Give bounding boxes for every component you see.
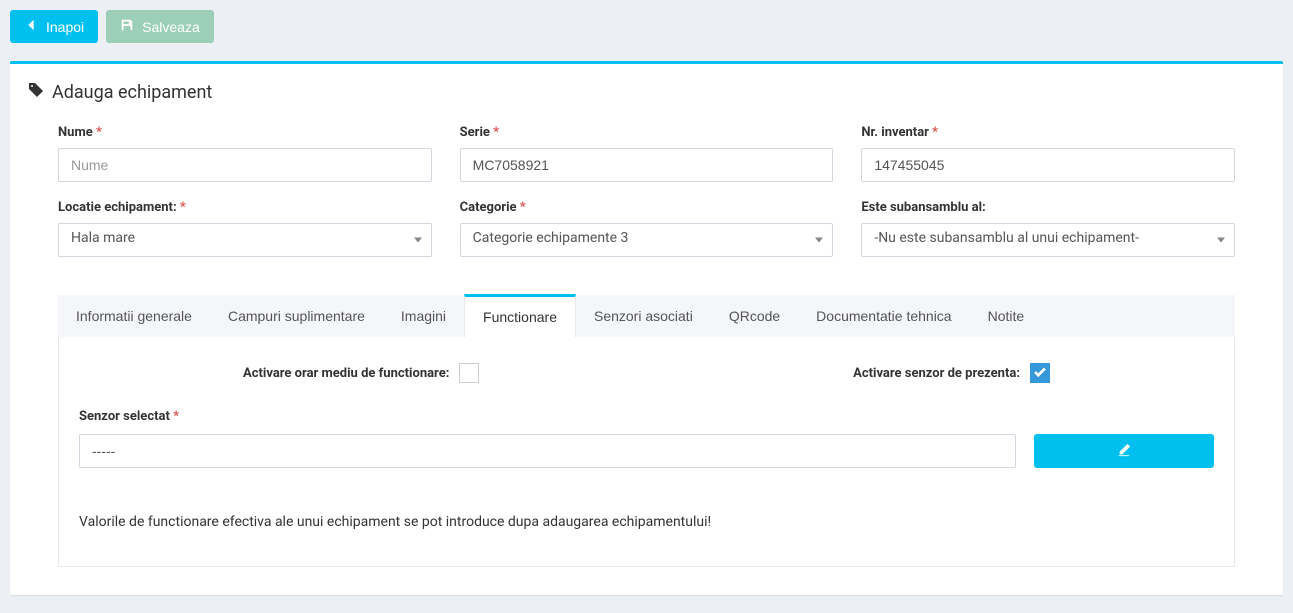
tab-campuri-suplimentare[interactable]: Campuri suplimentare: [210, 295, 383, 337]
page-title: Adauga echipament: [28, 82, 1265, 103]
presence-checkbox[interactable]: [1030, 363, 1050, 383]
sensor-label: Senzor selectat *: [79, 409, 1214, 424]
serial-input[interactable]: [460, 148, 834, 182]
name-input[interactable]: [58, 148, 432, 182]
tab-qrcode[interactable]: QRcode: [711, 295, 798, 337]
check-icon: [1033, 366, 1047, 380]
save-button-label: Salveaza: [142, 19, 200, 35]
location-field-group: Locatie echipament: * Hala mare: [58, 200, 432, 257]
tab-informatii-generale[interactable]: Informatii generale: [58, 295, 210, 337]
chevron-down-icon: [1217, 238, 1225, 243]
functioning-info-text: Valorile de functionare efectiva ale unu…: [79, 514, 1214, 530]
tab-functionare[interactable]: Functionare: [464, 294, 576, 337]
pencil-icon: [1117, 443, 1131, 460]
name-label: Nume *: [58, 125, 432, 140]
inventory-label: Nr. inventar *: [861, 125, 1235, 140]
main-panel: Adauga echipament Nume * Serie * Nr. inv…: [10, 61, 1283, 595]
name-field-group: Nume *: [58, 125, 432, 182]
category-select[interactable]: Categorie echipamente 3: [460, 223, 834, 257]
tab-imagini[interactable]: Imagini: [383, 295, 464, 337]
save-icon: [120, 18, 134, 35]
tab-content-functionare: Activare orar mediu de functionare: Acti…: [58, 337, 1235, 567]
category-label: Categorie *: [460, 200, 834, 215]
inventory-field-group: Nr. inventar *: [861, 125, 1235, 182]
arrow-left-icon: [24, 18, 38, 35]
inventory-input[interactable]: [861, 148, 1235, 182]
edit-sensor-button[interactable]: [1034, 434, 1214, 468]
back-button-label: Inapoi: [46, 19, 84, 35]
tab-bar: Informatii generale Campuri suplimentare…: [58, 295, 1235, 337]
sensor-input[interactable]: [79, 434, 1016, 468]
serial-label: Serie *: [460, 125, 834, 140]
schedule-checkbox-label: Activare orar mediu de functionare:: [243, 366, 449, 381]
location-select[interactable]: Hala mare: [58, 223, 432, 257]
page-title-text: Adauga echipament: [52, 82, 212, 103]
serial-field-group: Serie *: [460, 125, 834, 182]
presence-checkbox-label: Activare senzor de prezenta:: [853, 366, 1020, 381]
location-label: Locatie echipament: *: [58, 200, 432, 215]
back-button[interactable]: Inapoi: [10, 10, 98, 43]
tab-senzori-asociati[interactable]: Senzori asociati: [576, 295, 711, 337]
tag-icon: [28, 82, 44, 103]
subassembly-label: Este subansamblu al:: [861, 200, 1235, 215]
category-field-group: Categorie * Categorie echipamente 3: [460, 200, 834, 257]
subassembly-field-group: Este subansamblu al: -Nu este subansambl…: [861, 200, 1235, 257]
subassembly-select[interactable]: -Nu este subansamblu al unui echipament-: [861, 223, 1235, 257]
tab-notite[interactable]: Notite: [970, 295, 1043, 337]
schedule-checkbox[interactable]: [459, 363, 479, 383]
tab-documentatie-tehnica[interactable]: Documentatie tehnica: [798, 295, 969, 337]
chevron-down-icon: [815, 238, 823, 243]
save-button[interactable]: Salveaza: [106, 10, 214, 43]
chevron-down-icon: [414, 238, 422, 243]
